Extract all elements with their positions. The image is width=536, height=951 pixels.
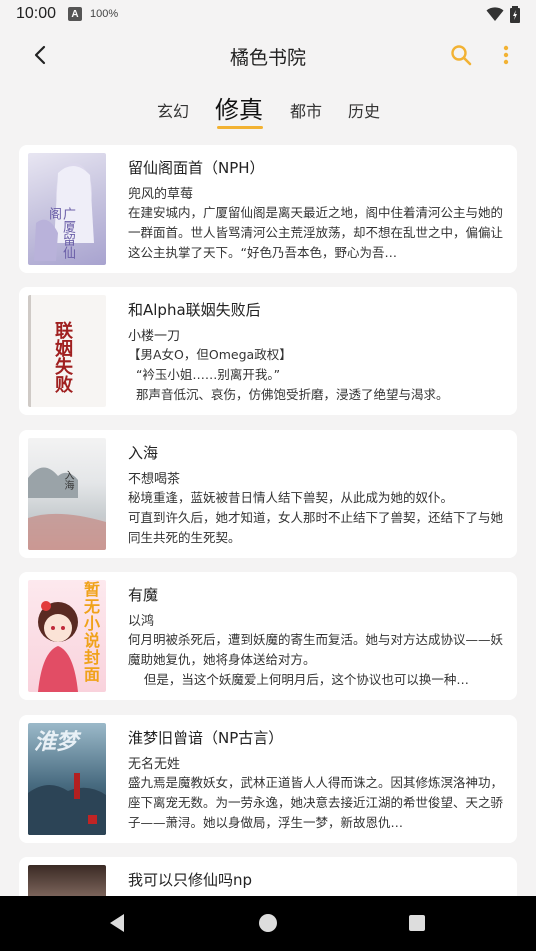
tab-xiuzhen[interactable]: 修真 <box>215 90 263 125</box>
status-time: 10:00 <box>16 5 57 22</box>
search-button[interactable] <box>447 41 475 69</box>
cover-title-text: 暂无小说封面 <box>84 582 101 684</box>
book-card[interactable]: 入海 入海 不想喝茶 秘境重逢，蓝妩被昔日情人结下兽契，从此成为她的奴仆。 可直… <box>19 430 517 558</box>
more-options-button[interactable] <box>494 41 518 69</box>
book-title: 有魔 <box>128 586 159 604</box>
book-description: 盛九焉是魔教妖女，武林正道皆人人得而诛之。因其修炼溟洛神功，座下离宠无数。为一劳… <box>128 775 504 830</box>
cover-title-text: 淮梦 <box>34 729 79 755</box>
book-author: 以鸿 <box>128 614 155 629</box>
book-cover: 联姻失败 <box>28 295 106 407</box>
tab-xuanhuan[interactable]: 玄幻 <box>157 98 189 122</box>
book-cover: 淮梦 <box>28 723 106 835</box>
book-description: 秘境重逢，蓝妩被昔日情人结下兽契，从此成为她的奴仆。 可直到许久后，她才知道，女… <box>128 490 504 545</box>
nav-recents-icon[interactable] <box>409 915 425 931</box>
book-author: 不想喝茶 <box>128 472 181 487</box>
more-vertical-icon <box>503 45 509 65</box>
active-tab-indicator <box>217 126 263 129</box>
book-card[interactable]: 暂无小说封面 有魔 以鸿 何月明被杀死后，遭到妖魔的寄生而复活。她与对方达成协议… <box>19 572 517 700</box>
wifi-icon <box>486 7 504 21</box>
book-title: 留仙阁面首（NPH） <box>128 159 265 177</box>
book-description: 在建安城内，广厦留仙阁是离天最近之地，阁中住着清河公主与她的一群面首。世人皆骂清… <box>128 205 504 260</box>
category-tabs: 玄幻 修真 都市 历史 <box>0 88 536 132</box>
book-cover: 暂无小说封面 <box>28 580 106 692</box>
book-cover: 入海 <box>28 438 106 550</box>
cover-title-text: 联姻失败 <box>52 321 73 393</box>
book-author: 无名无姓 <box>128 757 181 772</box>
tab-dushi[interactable]: 都市 <box>290 98 322 122</box>
book-title: 和Alpha联姻失败后 <box>128 301 261 319</box>
notification-a-icon: A <box>68 7 83 21</box>
battery-icon <box>510 5 520 23</box>
search-icon <box>451 45 472 66</box>
book-author: 小楼一刀 <box>128 329 181 344</box>
book-card[interactable]: 淮梦 淮梦旧曾谙（NP古言） 无名无姓 盛九焉是魔教妖女，武林正道皆人人得而诛之… <box>19 715 517 843</box>
book-description: 何月明被杀死后，遭到妖魔的寄生而复活。她与对方达成协议——妖魔助她复仇，她将身体… <box>128 632 504 687</box>
book-description: 【男A女O，但Omega政权】 “衿玉小姐……别离开我。” 那声音低沉、哀伤，仿… <box>128 347 449 402</box>
book-title: 淮梦旧曾谙（NP古言） <box>128 729 284 747</box>
cover-title-text: 入海 <box>62 470 73 490</box>
system-navigation-bar <box>0 896 536 951</box>
book-card[interactable]: 广厦留仙阁 留仙阁面首（NPH） 兜风的草莓 在建安城内，广厦留仙阁是离天最近之… <box>19 145 517 273</box>
book-cover: 广厦留仙阁 <box>28 153 106 265</box>
book-title: 入海 <box>128 444 159 462</box>
book-author: 兜风的草莓 <box>128 187 194 202</box>
nav-home-icon[interactable] <box>259 914 277 932</box>
cover-title-text: 广厦留仙阁 <box>46 207 75 259</box>
book-card[interactable]: 联姻失败 和Alpha联姻失败后 小楼一刀 【男A女O，但Omega政权】 “衿… <box>19 287 517 415</box>
tab-lishi[interactable]: 历史 <box>348 98 380 122</box>
battery-percent-text: 100% <box>90 8 119 20</box>
app-bar: 橘色书院 <box>0 28 536 82</box>
status-bar: 10:00 A 100% <box>0 0 536 28</box>
book-cover <box>28 865 106 896</box>
book-card[interactable]: 我可以只修仙吗np <box>19 857 517 896</box>
nav-back-icon[interactable] <box>108 913 126 933</box>
book-title: 我可以只修仙吗np <box>128 871 253 889</box>
